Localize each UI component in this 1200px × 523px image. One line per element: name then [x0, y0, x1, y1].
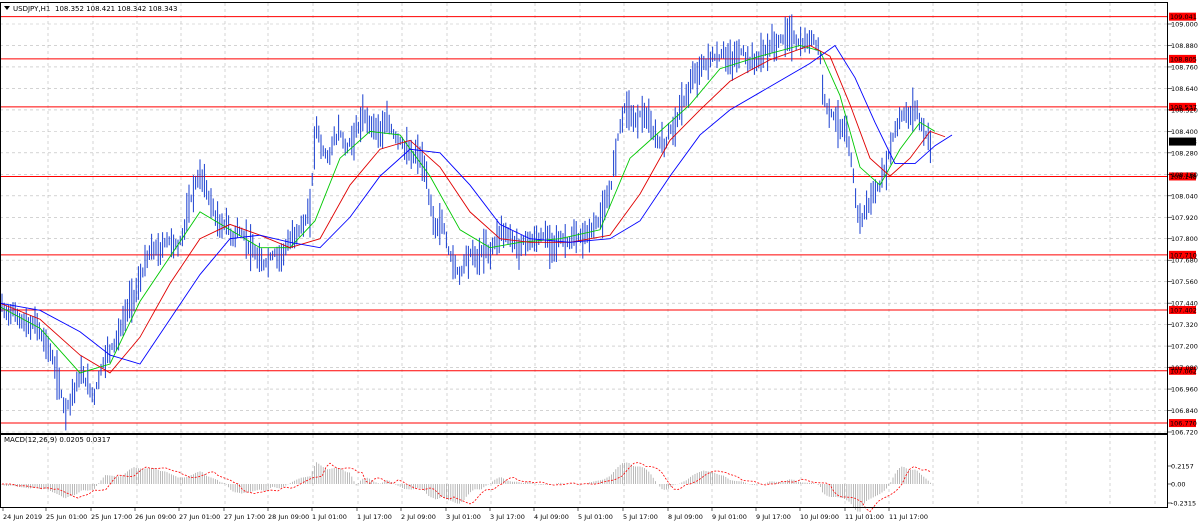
price-tick-label: 107.440	[1171, 300, 1198, 308]
price-tick-label: 108.040	[1171, 192, 1198, 200]
time-tick-label: 1 Jul 17:00	[357, 513, 392, 521]
macd-tick-label: -0.2315	[1171, 500, 1196, 508]
time-tick-label: 3 Jul 17:00	[490, 513, 525, 521]
macd-tick-label: 0.00	[1171, 481, 1185, 489]
chart-window[interactable]: USDJPY,H1 108.352 108.421 108.342 108.34…	[0, 0, 1200, 523]
price-tick-label: 107.320	[1171, 321, 1198, 329]
time-tick-label: 9 Jul 17:00	[756, 513, 791, 521]
level-tag-label: 108.805	[1170, 55, 1197, 63]
price-tick-label: 108.640	[1171, 85, 1198, 93]
time-tick-label: 3 Jul 01:00	[446, 513, 481, 521]
time-tick-label: 24 Jun 2019	[3, 513, 42, 521]
price-tick-label: 107.200	[1171, 343, 1198, 351]
time-tick-label: 28 Jun 09:00	[268, 513, 309, 521]
price-tick-label: 106.720	[1171, 429, 1198, 437]
price-tick-label: 108.520	[1171, 106, 1198, 114]
macd-tick-label: 0.2157	[1171, 463, 1194, 471]
time-tick-label: 27 Jun 17:00	[224, 513, 265, 521]
macd-label: MACD(12,26,9) 0.0205 0.0317	[4, 436, 111, 444]
chart-background	[0, 0, 1200, 523]
time-tick-label: 26 Jun 09:00	[135, 513, 176, 521]
ohlc-label: 108.352 108.421 108.342 108.343	[55, 5, 177, 13]
time-tick-label: 25 Jun 01:00	[46, 513, 87, 521]
current-price-label: 108.343	[1170, 138, 1197, 146]
level-tag-label: 106.770	[1170, 420, 1197, 428]
time-tick-label: 5 Jul 01:00	[578, 513, 613, 521]
price-tick-label: 107.080	[1171, 364, 1198, 372]
time-tick-label: 10 Jul 09:00	[800, 513, 839, 521]
chart-header: USDJPY,H1 108.352 108.421 108.342 108.34…	[4, 5, 177, 13]
price-tick-label: 107.920	[1171, 214, 1198, 222]
price-tick-label: 109.000	[1171, 21, 1198, 29]
price-tick-label: 107.680	[1171, 257, 1198, 265]
time-tick-label: 4 Jul 09:00	[534, 513, 569, 521]
price-tick-label: 108.400	[1171, 128, 1198, 136]
price-tick-label: 108.880	[1171, 42, 1198, 50]
symbol-label: USDJPY,H1	[13, 5, 50, 13]
time-tick-label: 11 Jul 17:00	[889, 513, 928, 521]
price-tick-label: 108.760	[1171, 63, 1198, 71]
chart-canvas[interactable]: USDJPY,H1 108.352 108.421 108.342 108.34…	[0, 0, 1200, 523]
time-tick-label: 25 Jun 17:00	[91, 513, 132, 521]
price-tick-label: 108.280	[1171, 149, 1198, 157]
price-tick-label: 106.960	[1171, 386, 1198, 394]
time-tick-label: 1 Jul 01:00	[312, 513, 347, 521]
time-tick-label: 11 Jul 01:00	[845, 513, 884, 521]
time-tick-label: 5 Jul 17:00	[623, 513, 658, 521]
price-tick-label: 106.840	[1171, 407, 1198, 415]
time-tick-label: 27 Jun 01:00	[179, 513, 220, 521]
price-tick-label: 107.560	[1171, 278, 1198, 286]
price-tick-label: 108.160	[1171, 171, 1198, 179]
time-tick-label: 9 Jul 01:00	[712, 513, 747, 521]
time-tick-label: 8 Jul 09:00	[668, 513, 703, 521]
price-tick-label: 107.800	[1171, 235, 1198, 243]
time-tick-label: 2 Jul 09:00	[401, 513, 436, 521]
